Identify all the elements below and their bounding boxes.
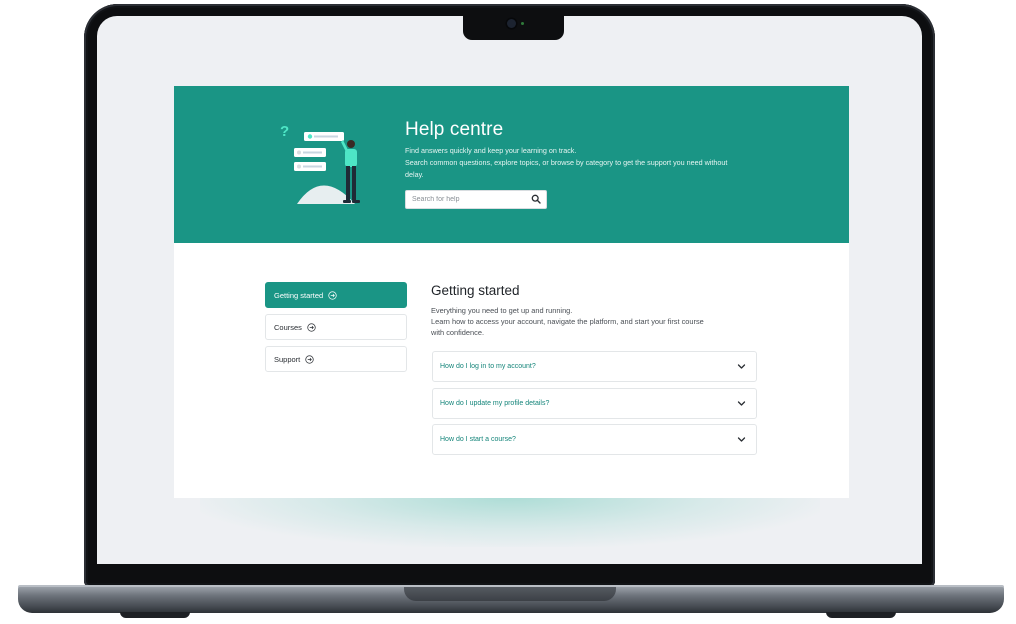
section-description: Everything you need to get up and runnin… bbox=[431, 305, 761, 338]
sidebar-item-getting-started[interactable]: Getting started bbox=[265, 282, 407, 308]
hero-banner: ? Help centre Find answers quickly and k… bbox=[174, 86, 849, 243]
laptop-foot bbox=[120, 612, 190, 618]
search-box bbox=[405, 190, 547, 209]
laptop-opening-notch bbox=[404, 587, 616, 601]
search-input[interactable] bbox=[406, 191, 532, 208]
sidebar-item-label: Getting started bbox=[274, 290, 324, 300]
webcam-icon bbox=[507, 19, 516, 28]
page-title: Help centre bbox=[405, 119, 504, 140]
webcam-indicator bbox=[521, 22, 524, 25]
hero-subtitle-line: Find answers quickly and keep your learn… bbox=[405, 146, 577, 155]
laptop-foot bbox=[826, 612, 896, 618]
hero-subtitle-line: delay. bbox=[405, 170, 424, 179]
section-description-line: Learn how to access your account, naviga… bbox=[431, 317, 704, 326]
arrow-right-circle-icon bbox=[305, 354, 314, 364]
faq-item[interactable]: How do I update my profile details? bbox=[432, 388, 757, 419]
sidebar-item-support[interactable]: Support bbox=[265, 346, 407, 372]
arrow-right-circle-icon bbox=[307, 322, 316, 332]
section-description-line: with confidence. bbox=[431, 328, 484, 337]
faq-item[interactable]: How do I start a course? bbox=[432, 424, 757, 455]
faq-item[interactable]: How do I log in to my account? bbox=[432, 351, 757, 382]
hero-subtitle-line: Search common questions, explore topics,… bbox=[405, 158, 728, 167]
svg-text:?: ? bbox=[280, 123, 289, 140]
faq-question: How do I update my profile details? bbox=[440, 400, 550, 407]
arrow-right-circle-icon bbox=[328, 290, 337, 300]
section-description-line: Everything you need to get up and runnin… bbox=[431, 306, 573, 315]
faq-question: How do I log in to my account? bbox=[440, 363, 536, 370]
section-title: Getting started bbox=[431, 283, 520, 298]
page-shadow-glow bbox=[200, 497, 820, 547]
faq-question: How do I start a course? bbox=[440, 436, 516, 443]
chevron-down-icon[interactable] bbox=[737, 400, 746, 407]
sidebar-item-courses[interactable]: Courses bbox=[265, 314, 407, 340]
help-centre-page: ? Help centre Find answers quickly and k… bbox=[174, 86, 849, 498]
chevron-down-icon[interactable] bbox=[737, 436, 746, 443]
chevron-down-icon[interactable] bbox=[737, 363, 746, 370]
sidebar-item-label: Courses bbox=[274, 322, 302, 332]
hero-subtitle: Find answers quickly and keep your learn… bbox=[405, 145, 755, 181]
help-illustration-icon: ? bbox=[280, 123, 360, 204]
sidebar-item-label: Support bbox=[274, 354, 301, 364]
search-icon[interactable] bbox=[531, 194, 541, 204]
